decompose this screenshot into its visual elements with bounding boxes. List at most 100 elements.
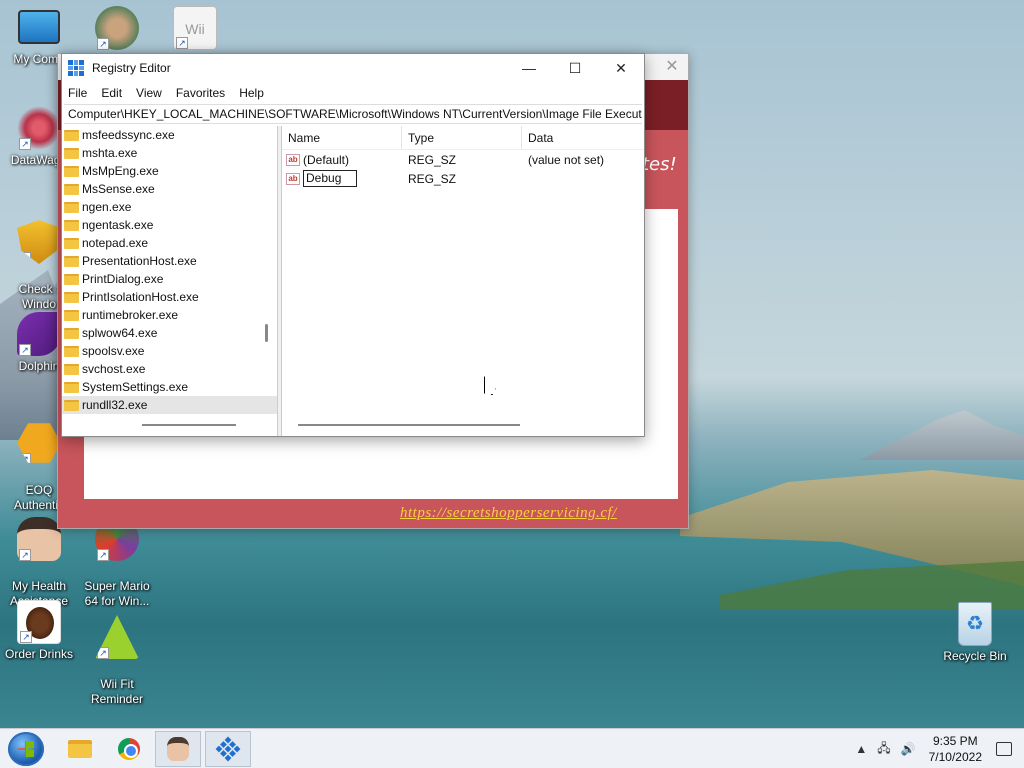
column-header-name[interactable]: Name — [282, 126, 402, 149]
minimize-button[interactable]: — — [506, 54, 552, 82]
rename-edit-field[interactable]: Debug — [303, 170, 357, 187]
values-horizontal-scrollbar[interactable] — [298, 424, 520, 426]
network-icon[interactable]: 🖧 — [877, 739, 890, 760]
registry-editor-window[interactable]: Registry Editor — ☐ ✕ File Edit View Fav… — [61, 53, 645, 437]
desktop-icon-label: Recycle Bin — [943, 649, 1007, 663]
shortcut-arrow-icon: ↗ — [19, 252, 31, 264]
tree-item-label: ngentask.exe — [82, 218, 154, 232]
desktop-icon-wii-fit[interactable]: ↗ Wii Fit Reminder — [78, 600, 156, 707]
tree-item-label: spoolsv.exe — [82, 344, 145, 358]
value-name: (Default) — [303, 152, 350, 167]
menu-help[interactable]: Help — [239, 86, 264, 100]
key-tree[interactable]: msfeedssync.exe mshta.exe MsMpEng.exe MsSen… — [62, 126, 278, 436]
desktop-icon-label: Order Drinks — [4, 647, 73, 661]
shortcut-arrow-icon: ↗ — [19, 453, 31, 463]
tree-item[interactable]: SystemSettings.exe — [62, 378, 277, 396]
tree-list: msfeedssync.exe mshta.exe MsMpEng.exe MsSen… — [62, 126, 277, 414]
folder-icon — [64, 183, 79, 195]
desktop-icon-recycle-bin[interactable]: ♻ Recycle Bin — [936, 602, 1014, 664]
folder-icon — [64, 165, 79, 177]
value-type: REG_SZ — [408, 171, 457, 186]
folder-icon — [64, 327, 79, 339]
tree-item[interactable]: ngentask.exe — [62, 216, 277, 234]
tree-item-label: SystemSettings.exe — [82, 380, 189, 394]
tree-item[interactable]: PrintDialog.exe — [62, 270, 277, 288]
values-list[interactable]: Name Type Data ab (Default) REG_SZ (value… — [282, 126, 644, 436]
tree-item[interactable]: mshta.exe — [62, 144, 277, 162]
volume-icon[interactable]: 🔊 — [901, 742, 916, 756]
tree-item[interactable]: notepad.exe — [62, 234, 277, 252]
desktop-icon-order-drinks[interactable]: ↗ Order Drinks — [0, 600, 78, 662]
clock-date: 7/10/2022 — [928, 750, 982, 764]
tree-item[interactable]: rundll32.exe — [62, 396, 277, 414]
scam-link[interactable]: https://secretshopperservicing.cf/ — [400, 505, 617, 522]
tree-item-label: mshta.exe — [82, 146, 138, 160]
maximize-button[interactable]: ☐ — [552, 54, 598, 82]
avatar-icon: ↗ — [17, 517, 61, 561]
clock[interactable]: 9:35 PM 7/10/2022 — [929, 733, 982, 765]
computer-icon — [18, 10, 60, 44]
tree-item-label: splwow64.exe — [82, 326, 158, 340]
dolphin-icon: ↗ — [17, 312, 61, 356]
shortcut-arrow-icon: ↗ — [20, 631, 32, 643]
clock-time: 9:35 PM — [932, 734, 978, 748]
value-row-debug[interactable]: ab Debug REG_SZ — [282, 169, 644, 188]
notification-icon[interactable] — [996, 742, 1012, 756]
taskbar-registry-editor[interactable] — [205, 731, 251, 767]
tree-item-label: ngen.exe — [82, 200, 132, 214]
taskbar-chrome[interactable] — [106, 731, 152, 767]
tree-item[interactable]: PrintIsolationHost.exe — [62, 288, 277, 306]
desktop-icon-wii[interactable]: Wii ↗ — [156, 6, 234, 53]
title-bar[interactable]: Registry Editor — ☐ ✕ — [62, 54, 644, 82]
system-tray: ▲ 🖧 🔊 9:35 PM 7/10/2022 — [850, 729, 1024, 768]
column-header-type[interactable]: Type — [402, 126, 522, 149]
menu-file[interactable]: File — [68, 86, 87, 100]
string-value-icon: ab — [286, 153, 300, 166]
desktop-icon-label: Wii Fit Reminder — [90, 677, 144, 706]
taskbar-my-health[interactable] — [155, 731, 201, 767]
tree-item-label: PrintIsolationHost.exe — [82, 290, 199, 304]
tree-horizontal-scrollbar[interactable] — [142, 424, 236, 426]
tree-vertical-scrollbar[interactable] — [265, 324, 268, 342]
value-row-default[interactable]: ab (Default) REG_SZ (value not set) — [282, 150, 644, 169]
show-hidden-icons-button[interactable]: ▲ — [855, 742, 867, 756]
shortcut-arrow-icon: ↗ — [19, 549, 31, 561]
tree-item[interactable]: msfeedssync.exe — [62, 126, 277, 144]
folder-icon — [64, 345, 79, 357]
menu-view[interactable]: View — [136, 86, 162, 100]
tree-item-label: MsSense.exe — [82, 182, 155, 196]
address-bar[interactable]: Computer\HKEY_LOCAL_MACHINE\SOFTWARE\Mic… — [64, 104, 642, 124]
start-button[interactable] — [8, 732, 44, 766]
taskbar-file-explorer[interactable] — [57, 731, 103, 767]
tree-item[interactable]: MsSense.exe — [62, 180, 277, 198]
shield-icon: ↗ — [17, 220, 61, 264]
wii-fit-icon: ↗ — [95, 615, 139, 659]
menu-edit[interactable]: Edit — [101, 86, 122, 100]
string-value-icon: ab — [286, 172, 300, 185]
shortcut-arrow-icon: ↗ — [19, 344, 31, 356]
tree-item[interactable]: runtimebroker.exe — [62, 306, 277, 324]
tree-item[interactable]: svchost.exe — [62, 360, 277, 378]
wii-text: Wii — [185, 21, 205, 37]
menu-favorites[interactable]: Favorites — [176, 86, 225, 100]
tree-item[interactable]: splwow64.exe — [62, 324, 277, 342]
registry-panes: msfeedssync.exe mshta.exe MsMpEng.exe MsSen… — [62, 126, 644, 436]
key-icon: ↗ — [17, 423, 61, 463]
registry-app-icon — [68, 60, 84, 76]
column-header-data[interactable]: Data — [522, 126, 644, 149]
tree-item[interactable]: PresentationHost.exe — [62, 252, 277, 270]
background-mountain — [860, 410, 1024, 460]
tree-item-label: MsMpEng.exe — [82, 164, 159, 178]
tree-item[interactable]: spoolsv.exe — [62, 342, 277, 360]
tree-item-label: msfeedssync.exe — [82, 128, 175, 142]
menu-bar: File Edit View Favorites Help — [62, 82, 644, 104]
folder-icon — [68, 740, 92, 758]
recycle-bin-icon: ♻ — [958, 602, 992, 646]
tree-item-label: svchost.exe — [82, 362, 146, 376]
scam-close-button[interactable]: ✕ — [662, 57, 682, 77]
avatar-icon — [167, 737, 189, 761]
tree-item[interactable]: MsMpEng.exe — [62, 162, 277, 180]
close-button[interactable]: ✕ — [598, 54, 644, 82]
desktop-icon-user-photo[interactable]: ↗ — [78, 6, 156, 53]
tree-item[interactable]: ngen.exe — [62, 198, 277, 216]
